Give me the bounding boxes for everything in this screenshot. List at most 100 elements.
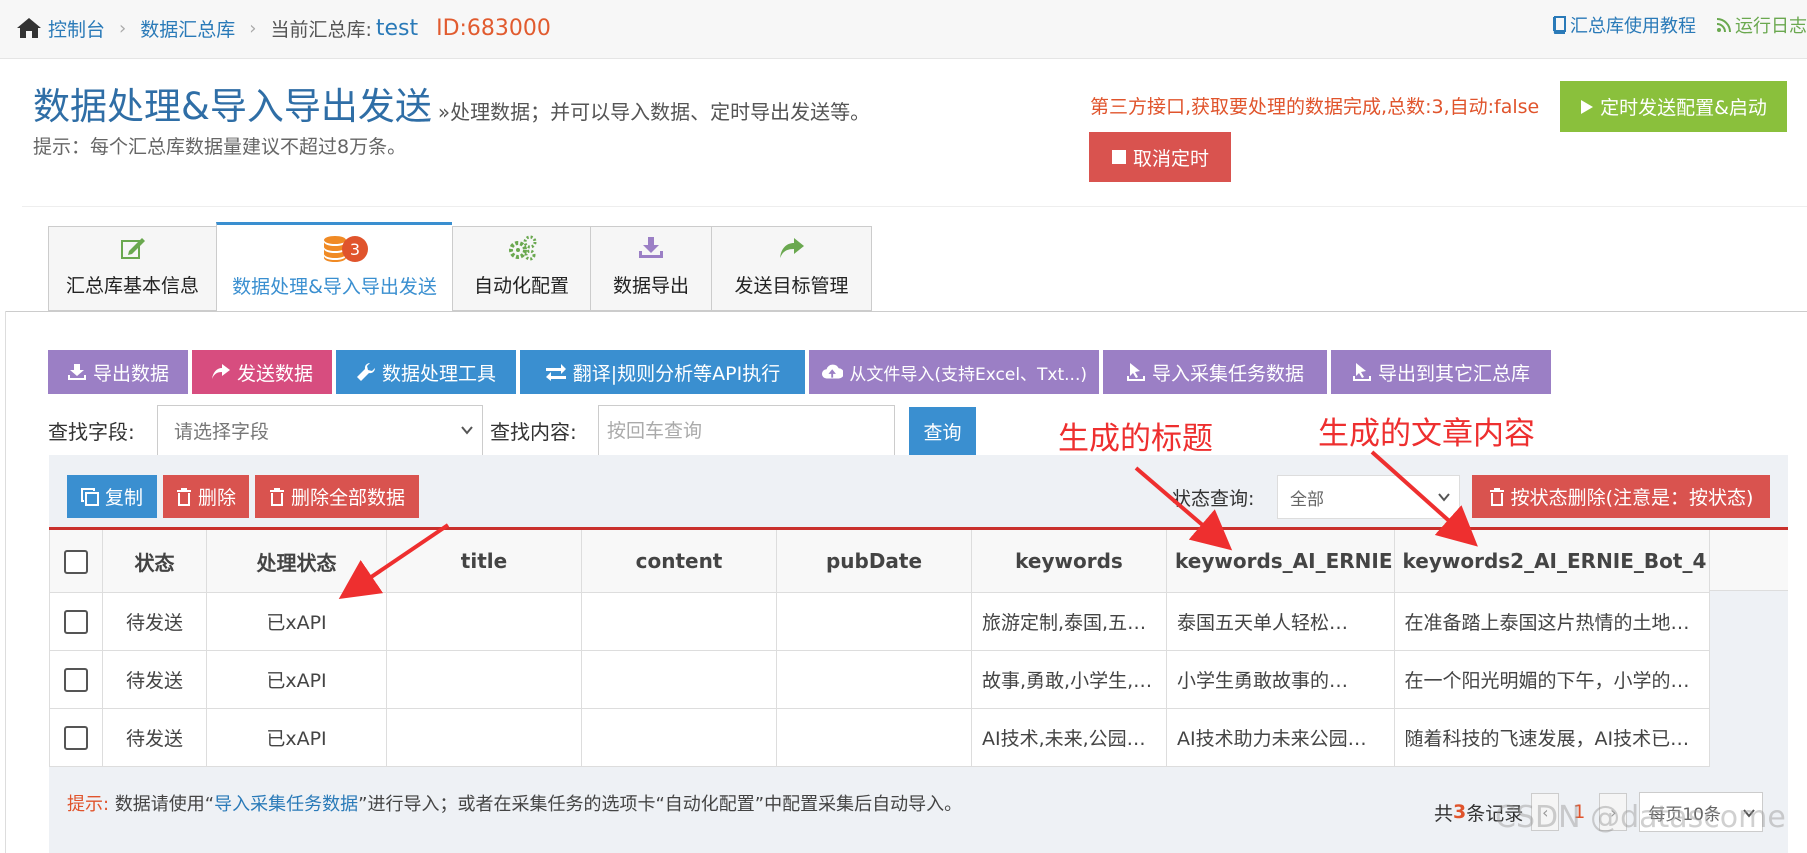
export-to-other-button[interactable]: 导出到其它汇总库 [1331, 350, 1551, 394]
table-cell [581, 708, 777, 767]
tab-label: 汇总库基本信息 [65, 275, 199, 297]
download-icon [639, 237, 663, 258]
trash-icon [1489, 487, 1504, 506]
search-input[interactable] [598, 405, 895, 456]
column-header[interactable]: pubDate [776, 527, 972, 593]
tab-label: 数据导出 [612, 275, 689, 297]
log-link[interactable]: 运行日志 [1716, 12, 1807, 38]
copy-icon [80, 487, 99, 506]
column-header[interactable]: 状态 [102, 527, 207, 593]
table-row[interactable]: 待发送 已xAPI 故事,勇敢,小学生,… 小学生勇敢故事的… 在一个阳光明媚的… [49, 650, 1710, 709]
breadcrumb-separator: › [119, 17, 127, 39]
delete-button-label: 删除 [197, 487, 236, 509]
chevron-down-icon [461, 426, 473, 435]
footer-import-link[interactable]: 导入采集任务数据 [214, 794, 358, 815]
data-tools-button[interactable]: 数据处理工具 [336, 350, 516, 394]
column-header[interactable]: keywords_AI_ERNIE [1166, 527, 1395, 593]
row-select-cell [49, 650, 103, 709]
send-data-button[interactable]: 发送数据 [192, 350, 332, 394]
tab-data-processing[interactable]: 3 数据处理&导入导出发送 [216, 222, 452, 311]
row-checkbox[interactable] [64, 667, 88, 692]
cancel-timer-button-label: 取消定时 [1132, 147, 1209, 170]
tab-basic-info[interactable]: 汇总库基本信息 [48, 226, 216, 311]
breadcrumb-home-link[interactable]: 控制台 [48, 15, 105, 42]
search-field-placeholder: 请选择字段 [174, 421, 270, 443]
home-icon [17, 18, 41, 38]
state-filter-select[interactable]: 全部 [1277, 475, 1460, 519]
page-title: 数据处理&导入导出发送 »处理数据；并可以导入数据、定时导出发送等。 [33, 76, 870, 130]
table-cell: AI技术助力未来公园… [1166, 708, 1395, 767]
cloud-upload-icon [822, 364, 844, 379]
table-cell: 待发送 [102, 592, 207, 651]
export-icon [1352, 363, 1371, 381]
trash-icon [269, 487, 284, 506]
column-header[interactable]: keywords [971, 527, 1167, 593]
copy-button[interactable]: 复制 [67, 475, 157, 518]
column-header[interactable]: 处理状态 [206, 527, 387, 593]
breadcrumb-bar: 控制台 › 数据汇总库 › 当前汇总库: test ID:683000 汇总库使… [0, 0, 1807, 59]
breadcrumb: 控制台 › 数据汇总库 › 当前汇总库: test ID:683000 [16, 12, 551, 44]
delete-by-state-button-label: 按状态删除(注意是：按状态) [1510, 487, 1754, 509]
state-filter-label: 状态查询: [1172, 488, 1255, 510]
tutorial-link-label: 汇总库使用教程 [1570, 16, 1696, 37]
export-data-button[interactable]: 导出数据 [48, 350, 188, 394]
column-header[interactable]: content [581, 527, 777, 593]
edit-icon [120, 238, 145, 259]
table-cell [581, 650, 777, 709]
tab-data-export[interactable]: 数据导出 [590, 226, 711, 311]
watermark: CSDN @datascome [1495, 800, 1786, 835]
breadcrumb-library-link[interactable]: 数据汇总库 [140, 15, 235, 42]
table-cell [386, 650, 582, 709]
data-tools-button-label: 数据处理工具 [381, 362, 496, 385]
table-cell: 已xAPI [206, 592, 387, 651]
tab-panel-border [5, 311, 1807, 312]
footer-tip-text: 数据请使用“ [114, 794, 215, 815]
page-title-text: 数据处理&导入导出发送 [33, 85, 432, 128]
tab-send-targets[interactable]: 发送目标管理 [711, 226, 872, 311]
tutorial-link[interactable]: 汇总库使用教程 [1551, 12, 1696, 38]
row-select-cell [49, 592, 103, 651]
table-header-row: 状态 处理状态 title content pubDate keywords k… [49, 527, 1710, 593]
table-toolbar: 复制 删除 删除全部数据 [67, 475, 419, 518]
delete-all-button[interactable]: 删除全部数据 [255, 475, 419, 518]
table-cell: AI技术,未来,公园… [971, 708, 1167, 767]
data-table: 状态 处理状态 title content pubDate keywords k… [49, 527, 1710, 767]
tab-label: 数据处理&导入导出发送 [232, 276, 437, 298]
table-cell: 在准备踏上泰国这片热情的土地… [1393, 592, 1710, 651]
tab-automation[interactable]: 自动化配置 [452, 226, 590, 311]
table-cell [776, 592, 972, 651]
table-cell: 旅游定制,泰国,五… [971, 592, 1167, 651]
delete-button[interactable]: 删除 [163, 475, 249, 518]
import-task-data-button-label: 导入采集任务数据 [1151, 362, 1304, 385]
share-icon [211, 364, 230, 379]
select-all-cell [49, 527, 103, 593]
query-button[interactable]: 查询 [909, 407, 976, 456]
table-row[interactable]: 待发送 已xAPI AI技术,未来,公园… AI技术助力未来公园… 随着科技的飞… [49, 708, 1710, 767]
breadcrumb-separator: › [249, 17, 257, 39]
api-execute-button[interactable]: 翻译|规则分析等API执行 [520, 350, 805, 394]
row-checkbox[interactable] [64, 609, 88, 634]
select-all-checkbox[interactable] [64, 549, 88, 574]
annotation-title-note: 生成的标题 [1058, 421, 1213, 457]
cancel-timer-button[interactable]: 取消定时 [1089, 132, 1231, 182]
column-header[interactable]: title [386, 527, 582, 593]
footer-tip-label: 提示: [67, 794, 110, 815]
import-file-button[interactable]: 从文件导入(支持Excel、Txt...) [809, 350, 1099, 394]
delete-by-state-button[interactable]: 按状态删除(注意是：按状态) [1472, 475, 1770, 518]
table-cell: 小学生勇敢故事的… [1166, 650, 1395, 709]
import-task-data-button[interactable]: 导入采集任务数据 [1103, 350, 1327, 394]
table-cell [776, 650, 972, 709]
stop-icon [1111, 150, 1126, 164]
play-icon [1581, 99, 1594, 114]
row-checkbox[interactable] [64, 725, 88, 750]
search-field-select[interactable]: 请选择字段 [157, 405, 483, 456]
copy-button-label: 复制 [104, 487, 143, 509]
table-cell [386, 708, 582, 767]
book-icon [1553, 16, 1566, 34]
table-row[interactable]: 待发送 已xAPI 旅游定制,泰国,五… 泰国五天单人轻松… 在准备踏上泰国这片… [49, 592, 1710, 651]
timer-send-button[interactable]: 定时发送配置&启动 [1560, 81, 1787, 132]
current-library-id: ID:683000 [436, 15, 551, 41]
column-header[interactable]: keywords2_AI_ERNIE_Bot_4 [1393, 527, 1710, 593]
api-execute-button-label: 翻译|规则分析等API执行 [572, 362, 781, 385]
import-icon [1126, 363, 1145, 381]
